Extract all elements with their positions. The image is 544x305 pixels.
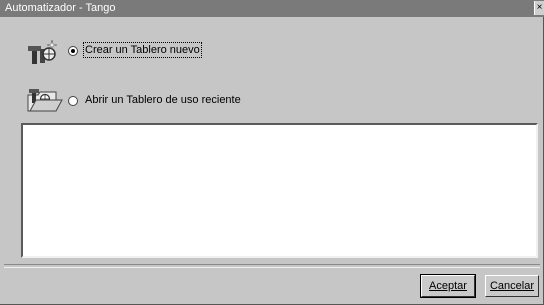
- close-button[interactable]: ×: [534, 1, 544, 15]
- open-board-icon: [27, 89, 63, 112]
- title-bar[interactable]: Automatizador - Tango ×: [0, 0, 544, 17]
- create-new-board-radio[interactable]: [68, 46, 78, 56]
- window-title: Automatizador - Tango: [5, 2, 116, 14]
- create-new-board-label[interactable]: Crear un Tablero nuevo: [83, 42, 202, 58]
- open-recent-board-radio[interactable]: [68, 96, 78, 106]
- cancel-button[interactable]: Cancelar: [485, 275, 539, 297]
- accept-button-label: Aceptar: [429, 280, 467, 292]
- separator-line: [4, 264, 540, 268]
- accept-button[interactable]: Aceptar: [420, 274, 476, 298]
- new-board-icon: [28, 39, 58, 64]
- dialog-window: Automatizador - Tango × Crear un Tablero…: [0, 0, 544, 305]
- open-recent-board-label[interactable]: Abrir un Tablero de uso reciente: [85, 94, 241, 106]
- cancel-button-label: Cancelar: [489, 280, 535, 292]
- recent-boards-list[interactable]: [21, 123, 538, 258]
